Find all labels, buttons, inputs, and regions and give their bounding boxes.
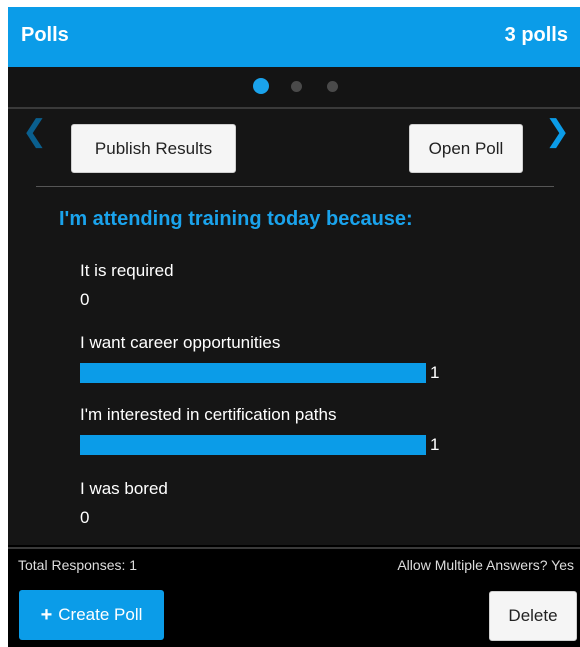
- polls-header: Polls 3 polls: [8, 7, 580, 67]
- option-count: 0: [80, 508, 90, 527]
- chevron-right-icon[interactable]: ❯: [545, 117, 570, 147]
- option-label: I was bored: [80, 479, 168, 498]
- pager-dot-2[interactable]: [291, 81, 302, 92]
- result-bar: [80, 435, 426, 455]
- pager-dot-3[interactable]: [327, 81, 338, 92]
- poll-card: ❮ ❯ Publish Results Open Poll I'm attend…: [8, 109, 580, 545]
- option-label: I want career opportunities: [80, 333, 281, 352]
- plus-icon: +: [40, 603, 53, 626]
- poll-question: I'm attending training today because:: [59, 208, 413, 230]
- open-poll-button[interactable]: Open Poll: [409, 124, 523, 173]
- delete-button[interactable]: Delete: [489, 591, 577, 641]
- pager-dot-1[interactable]: [253, 78, 269, 94]
- header-title: Polls: [21, 24, 69, 46]
- poll-pager: [8, 67, 580, 109]
- create-poll-button[interactable]: + Create Poll: [19, 590, 164, 640]
- polls-panel: Polls 3 polls ❮ ❯ Publish Results Open P…: [8, 7, 580, 647]
- option-count: 1: [430, 435, 440, 454]
- total-responses: Total Responses: 1: [18, 557, 138, 573]
- divider: [36, 186, 554, 187]
- result-bar-row: 1: [80, 435, 540, 455]
- chevron-left-icon[interactable]: ❮: [22, 117, 47, 147]
- poll-count: 3 polls: [504, 24, 568, 46]
- allow-multiple-answers: Allow Multiple Answers? Yes: [397, 557, 574, 573]
- option-count: 0: [80, 290, 90, 309]
- option-label: It is required: [80, 261, 174, 280]
- result-bar: [80, 363, 426, 383]
- publish-results-button[interactable]: Publish Results: [71, 124, 236, 173]
- create-poll-label: Create Poll: [58, 605, 143, 624]
- option-label: I'm interested in certification paths: [80, 405, 337, 424]
- poll-footer: Total Responses: 1 Allow Multiple Answer…: [8, 547, 580, 579]
- poll-option: It is required 0: [80, 261, 540, 310]
- result-bar-row: 1: [80, 363, 540, 383]
- poll-option: I'm interested in certification paths 1: [80, 405, 540, 455]
- poll-option: I was bored 0: [80, 479, 540, 528]
- option-count: 1: [430, 363, 440, 382]
- poll-option: I want career opportunities 1: [80, 333, 540, 383]
